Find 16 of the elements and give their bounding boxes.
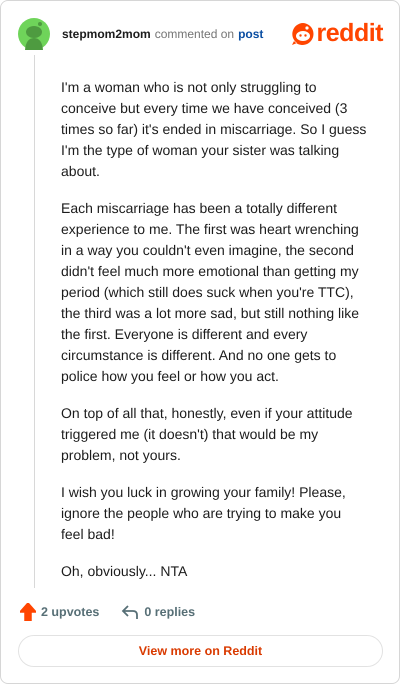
post-link[interactable]: post (238, 26, 264, 41)
upvote-count: 2 upvotes (41, 605, 100, 620)
alien-logo-icon (290, 22, 315, 46)
username[interactable]: stepmom2mom (62, 26, 151, 41)
avatar-icon (18, 18, 50, 50)
comment-paragraph: I'm a woman who is not only struggling to conceive but every time we have conceived (3 times so far) it's ended in miscarriage. So I guess I'm the type of woman your sister was talking about. (61, 78, 367, 181)
reply-arrow-icon[interactable] (121, 604, 140, 620)
comment-paragraph: Each miscarriage has been a totally different experience to me. The first was heart wrenching in a way you couldn't even imagine, the second didn't feel much more emotional than getting my period (which still does suck when you're TTC), the third was a lot more sad, but still nothing like the first. Everyone is different and every circumstance is different. And no one gets to police how you feel or how you act. (61, 198, 360, 386)
comment-paragraph: Oh, obviously... NTA (61, 562, 188, 581)
comment-paragraph: On top of all that, honestly, even if your attitude triggered me (it doesn't) that would be my problem, not yours. (61, 404, 354, 465)
upvote-arrow-icon[interactable] (20, 603, 36, 622)
view-more-button[interactable]: View more on Reddit (18, 635, 383, 667)
reply-count: 0 replies (144, 605, 196, 620)
action-text: commented on (154, 26, 234, 41)
reddit-logo: reddit (316, 19, 383, 48)
comment-paragraph: I wish you luck in growing your family! Please, ignore the people who are trying to make you feel bad! (61, 482, 347, 544)
